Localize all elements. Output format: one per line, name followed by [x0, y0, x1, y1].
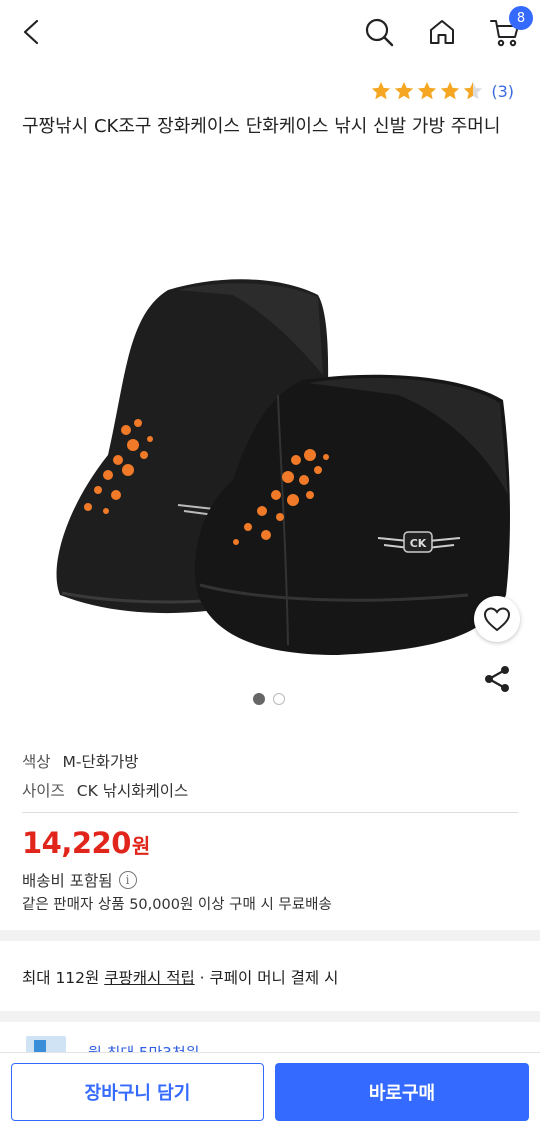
option-size[interactable]: 사이즈 CK 낚시화케이스 — [22, 779, 188, 801]
star-full-icon — [372, 81, 391, 100]
section-divider — [0, 930, 540, 941]
page-dot-active[interactable] — [253, 693, 265, 705]
product-photo: CK — [56, 279, 510, 655]
buy-now-button[interactable]: 바로구매 — [275, 1063, 529, 1121]
bag-logo: CK — [410, 537, 427, 550]
cart-count-badge: 8 — [509, 6, 533, 30]
shipping-info: 배송비 포함됨 i — [22, 869, 137, 891]
option-label: 색상 — [22, 753, 51, 771]
page-dot[interactable] — [273, 693, 285, 705]
section-divider — [0, 1011, 540, 1022]
cash-reward-amount: 최대 112원 — [22, 969, 100, 987]
cash-reward-condition: · 쿠페이 머니 결제 시 — [194, 969, 339, 987]
star-full-icon — [418, 81, 437, 100]
search-button[interactable] — [357, 10, 401, 54]
coupang-cash-link[interactable]: 쿠팡캐시 적립 — [104, 969, 195, 987]
heart-icon — [483, 607, 511, 632]
option-color[interactable]: 색상 M-단화가방 — [22, 750, 139, 772]
back-button[interactable] — [10, 10, 54, 54]
chevron-left-icon — [23, 19, 39, 45]
option-value: M-단화가방 — [62, 753, 139, 771]
free-shipping-condition: 같은 판매자 상품 50,000원 이상 구매 시 무료배송 — [22, 897, 332, 913]
sale-price: 14,220원 — [22, 826, 150, 860]
product-title: 구짱낚시 CK조구 장화케이스 단화케이스 낚시 신발 가방 주머니 — [22, 116, 501, 137]
add-to-cart-button[interactable]: 장바구니 담기 — [11, 1063, 264, 1121]
shipping-included-text: 배송비 포함됨 — [22, 872, 113, 890]
review-count[interactable]: (3) — [491, 82, 514, 101]
search-icon — [365, 18, 394, 47]
star-full-icon — [441, 81, 460, 100]
image-pagination — [253, 693, 285, 705]
cash-reward-info: 최대 112원 쿠팡캐시 적립 · 쿠페이 머니 결제 시 — [22, 966, 338, 988]
home-icon — [430, 20, 454, 44]
top-app-bar: 8 — [0, 0, 540, 70]
product-image-carousel[interactable]: CK — [18, 255, 522, 675]
option-label: 사이즈 — [22, 782, 65, 800]
price-unit: 원 — [131, 834, 150, 858]
divider — [22, 812, 518, 813]
info-icon[interactable]: i — [118, 871, 137, 889]
rating-summary[interactable]: (3) — [370, 80, 514, 102]
price-amount: 14,220 — [22, 826, 131, 860]
bottom-action-bar: 장바구니 담기 바로구매 — [0, 1052, 540, 1130]
star-full-icon — [395, 81, 414, 100]
wishlist-button[interactable] — [474, 596, 520, 642]
option-value: CK 낚시화케이스 — [76, 782, 189, 800]
share-button[interactable] — [478, 660, 516, 698]
home-button[interactable] — [420, 10, 464, 54]
cart-button[interactable]: 8 — [483, 6, 533, 54]
star-half-icon — [464, 81, 483, 100]
share-icon — [485, 666, 509, 692]
